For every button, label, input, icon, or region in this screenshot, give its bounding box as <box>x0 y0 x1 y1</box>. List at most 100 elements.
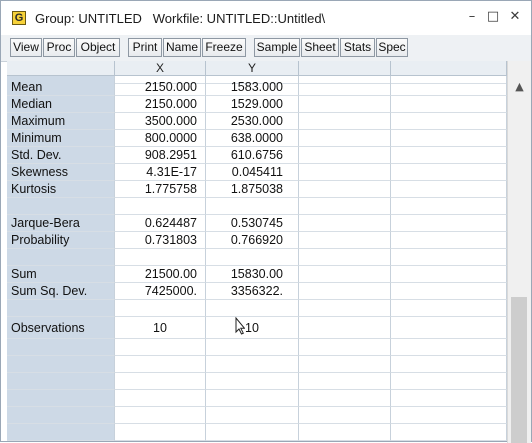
y-value-cell[interactable]: 610.6756 <box>206 147 299 164</box>
empty-cell[interactable] <box>299 300 391 317</box>
close-button[interactable]: ✕ <box>507 9 523 25</box>
empty-cell[interactable] <box>206 424 299 441</box>
stats-button[interactable]: Stats <box>340 38 375 57</box>
print-button[interactable]: Print <box>128 38 162 57</box>
y-value-cell[interactable]: 0.766920 <box>206 232 299 249</box>
spec-button[interactable]: Spec <box>376 38 408 57</box>
empty-cell[interactable] <box>391 198 507 215</box>
empty-cell[interactable] <box>391 300 507 317</box>
empty-cell[interactable] <box>391 113 507 130</box>
x-value-cell[interactable] <box>115 198 206 215</box>
y-value-cell[interactable]: 1583.000 <box>206 79 299 96</box>
empty-cell[interactable] <box>391 373 507 390</box>
empty-cell[interactable] <box>299 164 391 181</box>
empty-cell[interactable] <box>206 339 299 356</box>
name-button[interactable]: Name <box>163 38 201 57</box>
maximize-button[interactable]: □ <box>485 9 501 25</box>
empty-cell[interactable] <box>391 96 507 113</box>
y-value-cell[interactable]: 3356322. <box>206 283 299 300</box>
empty-cell[interactable] <box>115 390 206 407</box>
empty-cell[interactable] <box>299 390 391 407</box>
freeze-button[interactable]: Freeze <box>202 38 246 57</box>
column-header-x[interactable]: X <box>115 61 206 76</box>
empty-cell[interactable] <box>391 424 507 441</box>
x-value-cell[interactable]: 3500.000 <box>115 113 206 130</box>
y-value-cell[interactable]: 15830.00 <box>206 266 299 283</box>
x-value-cell[interactable]: 10 <box>115 317 206 339</box>
scroll-thumb[interactable] <box>511 297 527 443</box>
proc-button[interactable]: Proc <box>43 38 75 57</box>
empty-cell[interactable] <box>391 164 507 181</box>
empty-cell[interactable] <box>299 232 391 249</box>
empty-cell[interactable] <box>115 356 206 373</box>
empty-cell[interactable] <box>299 147 391 164</box>
empty-cell[interactable] <box>299 373 391 390</box>
empty-cell[interactable] <box>299 249 391 266</box>
y-value-cell[interactable]: 2530.000 <box>206 113 299 130</box>
x-value-cell[interactable]: 800.0000 <box>115 130 206 147</box>
empty-cell[interactable] <box>206 373 299 390</box>
empty-cell[interactable] <box>391 283 507 300</box>
empty-cell[interactable] <box>391 249 507 266</box>
empty-cell[interactable] <box>299 266 391 283</box>
empty-cell[interactable] <box>299 407 391 424</box>
x-value-cell[interactable]: 1.775758 <box>115 181 206 198</box>
column-header-y[interactable]: Y <box>206 61 299 76</box>
empty-cell[interactable] <box>299 130 391 147</box>
empty-cell[interactable] <box>206 407 299 424</box>
sheet-button[interactable]: Sheet <box>301 38 339 57</box>
y-value-cell[interactable]: 1529.000 <box>206 96 299 113</box>
minimize-button[interactable]: – <box>464 9 480 25</box>
empty-cell[interactable] <box>115 407 206 424</box>
x-value-cell[interactable]: 7425000. <box>115 283 206 300</box>
empty-cell[interactable] <box>391 130 507 147</box>
empty-cell[interactable] <box>299 79 391 96</box>
x-value-cell[interactable]: 21500.00 <box>115 266 206 283</box>
empty-cell[interactable] <box>299 339 391 356</box>
empty-cell[interactable] <box>391 356 507 373</box>
x-value-cell[interactable] <box>115 300 206 317</box>
empty-cell[interactable] <box>391 266 507 283</box>
y-value-cell[interactable]: 10 <box>206 317 299 339</box>
empty-cell[interactable] <box>299 96 391 113</box>
y-value-cell[interactable]: 1.875038 <box>206 181 299 198</box>
y-value-cell[interactable]: 0.045411 <box>206 164 299 181</box>
y-value-cell[interactable] <box>206 198 299 215</box>
empty-cell[interactable] <box>391 215 507 232</box>
empty-cell[interactable] <box>115 373 206 390</box>
empty-cell[interactable] <box>391 390 507 407</box>
y-value-cell[interactable]: 638.0000 <box>206 130 299 147</box>
empty-cell[interactable] <box>299 283 391 300</box>
empty-cell[interactable] <box>391 181 507 198</box>
x-value-cell[interactable]: 2150.000 <box>115 79 206 96</box>
x-value-cell[interactable]: 2150.000 <box>115 96 206 113</box>
empty-cell[interactable] <box>391 317 507 339</box>
empty-cell[interactable] <box>391 407 507 424</box>
empty-cell[interactable] <box>391 339 507 356</box>
x-value-cell[interactable] <box>115 249 206 266</box>
title-bar[interactable]: G Group: UNTITLED Workfile: UNTITLED::Un… <box>1 1 531 36</box>
x-value-cell[interactable]: 0.731803 <box>115 232 206 249</box>
empty-cell[interactable] <box>391 232 507 249</box>
y-value-cell[interactable] <box>206 300 299 317</box>
view-button[interactable]: View <box>10 38 42 57</box>
object-button[interactable]: Object <box>76 38 120 57</box>
empty-cell[interactable] <box>299 215 391 232</box>
empty-cell[interactable] <box>115 339 206 356</box>
empty-cell[interactable] <box>299 317 391 339</box>
empty-cell[interactable] <box>391 147 507 164</box>
empty-cell[interactable] <box>299 356 391 373</box>
empty-cell[interactable] <box>299 113 391 130</box>
empty-cell[interactable] <box>299 424 391 441</box>
y-value-cell[interactable]: 0.530745 <box>206 215 299 232</box>
empty-cell[interactable] <box>115 424 206 441</box>
empty-cell[interactable] <box>299 198 391 215</box>
x-value-cell[interactable]: 908.2951 <box>115 147 206 164</box>
sample-button[interactable]: Sample <box>254 38 300 57</box>
scroll-up-arrow-icon[interactable]: ▲ <box>508 78 531 96</box>
empty-cell[interactable] <box>206 390 299 407</box>
y-value-cell[interactable] <box>206 249 299 266</box>
empty-cell[interactable] <box>299 181 391 198</box>
x-value-cell[interactable]: 0.624487 <box>115 215 206 232</box>
x-value-cell[interactable]: 4.31E-17 <box>115 164 206 181</box>
